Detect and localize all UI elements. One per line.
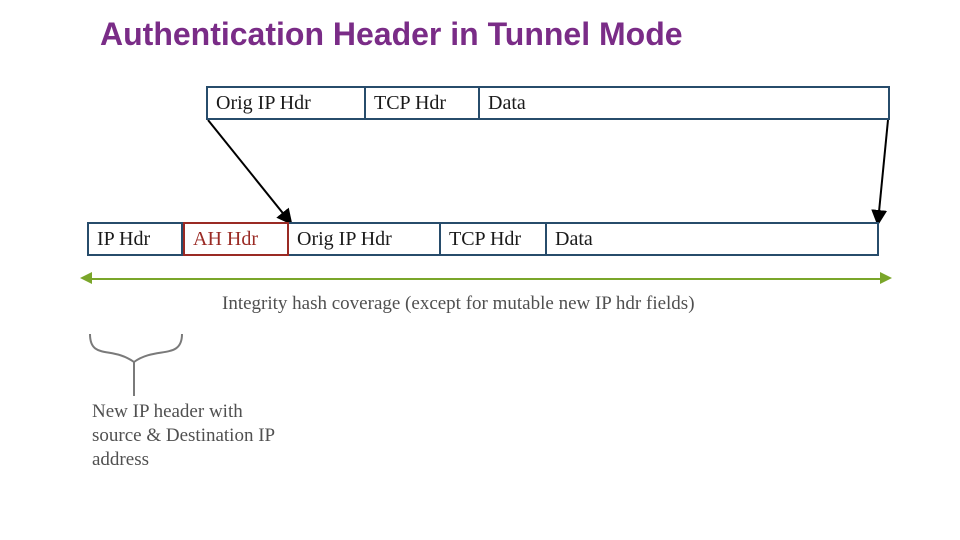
encapsulated-packet-row: IP Hdr AH Hdr Orig IP Hdr TCP Hdr Data <box>87 222 879 256</box>
original-packet-row: Orig IP Hdr TCP Hdr Data <box>206 86 890 120</box>
integrity-arrow-right-icon <box>880 272 892 284</box>
new-ip-hdr: IP Hdr <box>87 222 183 256</box>
integrity-arrow-left-icon <box>80 272 92 284</box>
integrity-coverage-line <box>87 278 885 280</box>
new-ip-annotation: New IP header with source & Destination … <box>92 400 292 471</box>
orig-ip-hdr: Orig IP Hdr <box>206 86 366 120</box>
enc-data: Data <box>547 222 879 256</box>
orig-tcp-hdr: TCP Hdr <box>366 86 480 120</box>
orig-data: Data <box>480 86 890 120</box>
enc-tcp-hdr: TCP Hdr <box>441 222 547 256</box>
ah-hdr: AH Hdr <box>183 222 289 256</box>
enc-orig-ip-hdr: Orig IP Hdr <box>289 222 441 256</box>
integrity-annotation: Integrity hash coverage (except for muta… <box>222 292 762 316</box>
diagram-title: Authentication Header in Tunnel Mode <box>100 16 683 53</box>
